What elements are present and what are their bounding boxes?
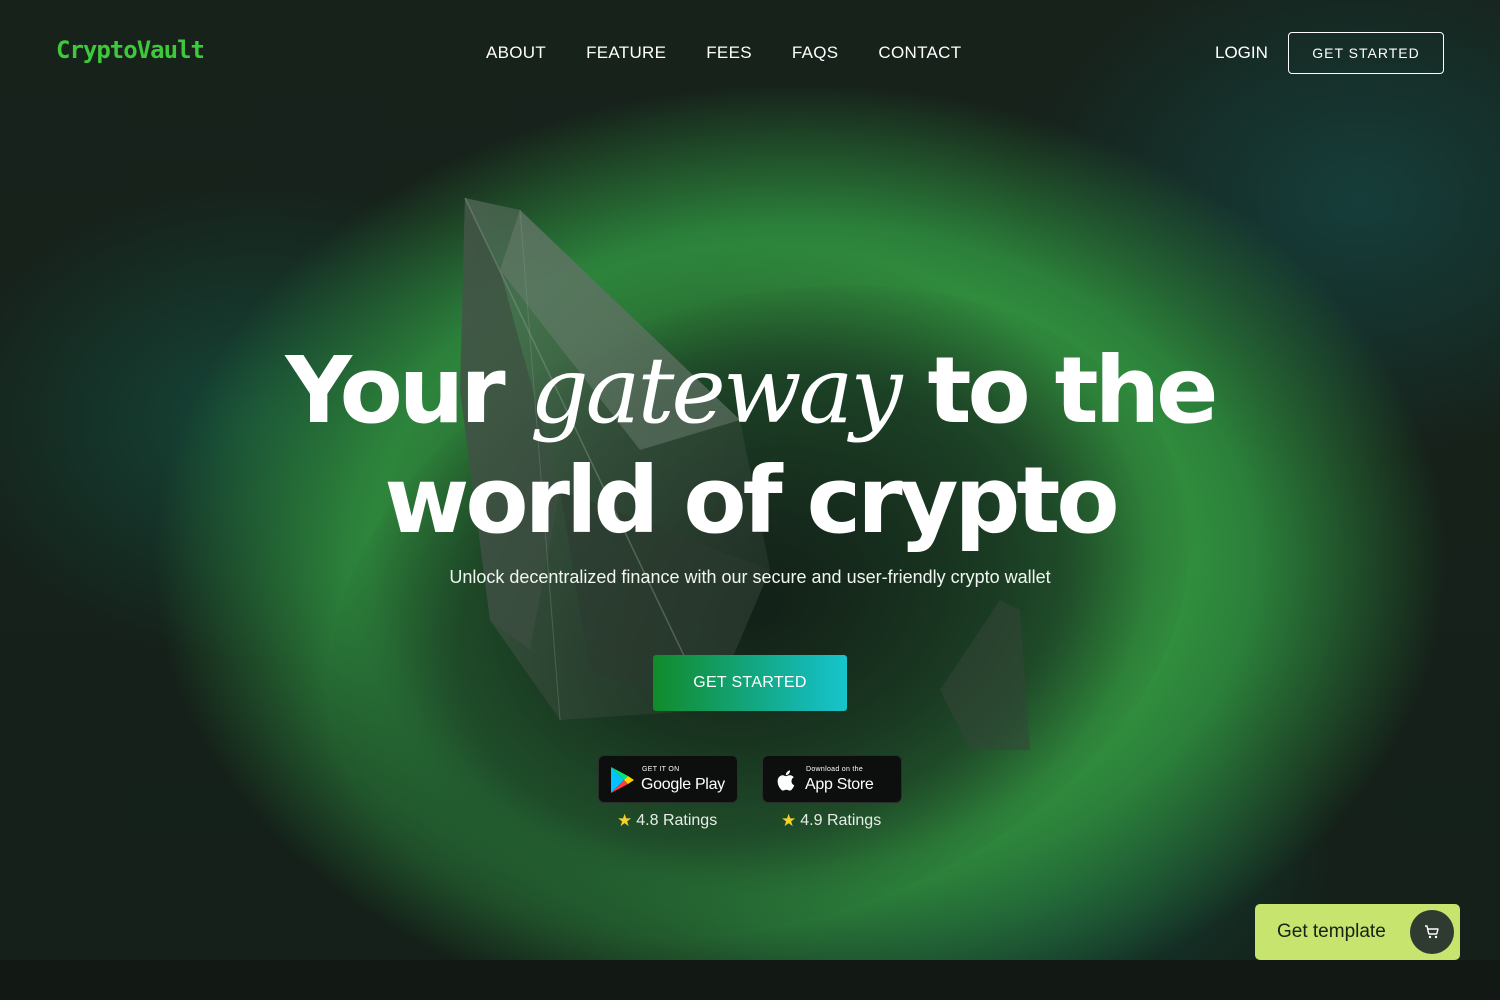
star-icon: ★ xyxy=(617,811,633,830)
app-store-label: App Store xyxy=(805,776,874,793)
nav-link-fees[interactable]: FEES xyxy=(706,43,752,63)
brand-logo[interactable]: CryptoVault xyxy=(56,36,205,64)
app-store-rating-text: 4.9 Ratings xyxy=(800,812,882,829)
nav-link-feature[interactable]: FEATURE xyxy=(586,43,666,63)
google-play-rating: ★ 4.8 Ratings xyxy=(617,811,717,831)
cart-icon xyxy=(1410,910,1454,954)
hero-get-started-button[interactable]: GET STARTED xyxy=(653,655,847,711)
nav-link-contact[interactable]: CONTACT xyxy=(878,43,961,63)
app-store-button[interactable]: Download on the App Store xyxy=(762,755,902,803)
hero-headline: Your gateway to the world of crypto xyxy=(0,336,1500,556)
google-play-rating-text: 4.8 Ratings xyxy=(636,812,718,829)
top-nav: CryptoVault ABOUT FEATURE FEES FAQS CONT… xyxy=(0,0,1500,105)
hero-subtitle: Unlock decentralized finance with our se… xyxy=(449,567,1051,587)
headline-line2: world of crypto xyxy=(384,447,1119,554)
headline-italic: gateway xyxy=(529,337,903,444)
nav-links: ABOUT FEATURE FEES FAQS CONTACT xyxy=(486,43,961,63)
headline-part2: to the xyxy=(899,337,1218,444)
app-store-rating: ★ 4.9 Ratings xyxy=(781,811,881,831)
get-template-button[interactable]: Get template xyxy=(1255,904,1460,960)
get-template-label: Get template xyxy=(1277,921,1386,942)
star-icon: ★ xyxy=(781,811,797,830)
google-play-button[interactable]: GET IT ON Google Play xyxy=(598,755,738,803)
nav-link-about[interactable]: ABOUT xyxy=(486,43,546,63)
apple-icon xyxy=(777,770,795,791)
headline-part1: Your xyxy=(285,337,530,444)
app-store-small-text: Download on the xyxy=(806,766,864,773)
nav-get-started-button[interactable]: GET STARTED xyxy=(1288,32,1444,74)
login-link[interactable]: LOGIN xyxy=(1215,43,1268,63)
google-play-icon xyxy=(611,767,634,793)
nav-link-faqs[interactable]: FAQS xyxy=(792,43,839,63)
google-play-small-text: GET IT ON xyxy=(642,766,680,773)
google-play-label: Google Play xyxy=(641,776,725,793)
